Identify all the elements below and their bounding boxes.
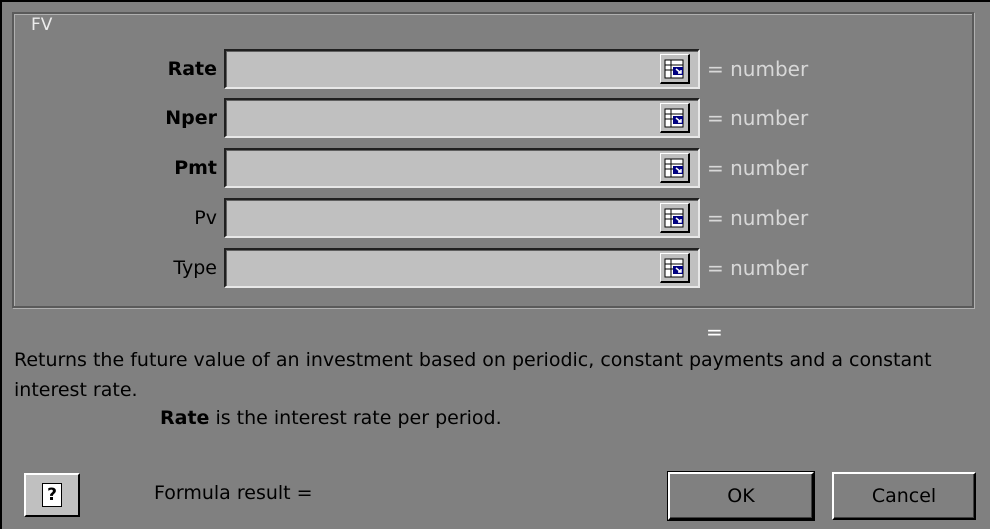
nper-input[interactable] bbox=[224, 98, 700, 138]
type-collapse-button[interactable] bbox=[660, 253, 690, 283]
pmt-result: = number bbox=[707, 156, 809, 180]
cancel-button[interactable]: Cancel bbox=[832, 472, 976, 520]
pv-result: = number bbox=[707, 206, 809, 230]
pmt-collapse-button[interactable] bbox=[660, 153, 690, 183]
function-name: FV bbox=[28, 16, 56, 34]
pv-collapse-button[interactable] bbox=[660, 203, 690, 233]
range-select-icon bbox=[664, 59, 684, 79]
argument-help-name: Rate bbox=[160, 407, 210, 429]
rate-collapse-button[interactable] bbox=[660, 54, 690, 84]
formula-result-label: Formula result = bbox=[154, 482, 313, 504]
type-result: = number bbox=[707, 256, 809, 280]
range-select-icon bbox=[664, 158, 684, 178]
type-input[interactable] bbox=[224, 248, 700, 288]
nper-label: Nper bbox=[165, 107, 217, 129]
rate-label: Rate bbox=[167, 58, 217, 80]
range-select-icon bbox=[664, 108, 684, 128]
range-select-icon bbox=[664, 258, 684, 278]
argument-help-text: is the interest rate per period. bbox=[209, 407, 502, 429]
function-arguments-dialog: FV Rate = number Nper = number Pmt = num… bbox=[0, 0, 990, 529]
range-select-icon bbox=[664, 208, 684, 228]
nper-collapse-button[interactable] bbox=[660, 103, 690, 133]
pmt-input[interactable] bbox=[224, 148, 700, 188]
rate-input[interactable] bbox=[224, 49, 700, 89]
function-description: Returns the future value of an investmen… bbox=[14, 349, 932, 401]
nper-result: = number bbox=[707, 106, 809, 130]
argument-help: Rate is the interest rate per period. bbox=[160, 407, 502, 429]
function-result: = bbox=[706, 320, 723, 344]
help-button[interactable]: ? bbox=[24, 473, 80, 517]
help-icon: ? bbox=[42, 483, 62, 507]
rate-result: = number bbox=[707, 57, 809, 81]
type-label: Type bbox=[173, 257, 217, 279]
ok-button[interactable]: OK bbox=[667, 471, 815, 521]
pmt-label: Pmt bbox=[174, 157, 217, 179]
pv-label: Pv bbox=[194, 207, 217, 229]
pv-input[interactable] bbox=[224, 198, 700, 238]
